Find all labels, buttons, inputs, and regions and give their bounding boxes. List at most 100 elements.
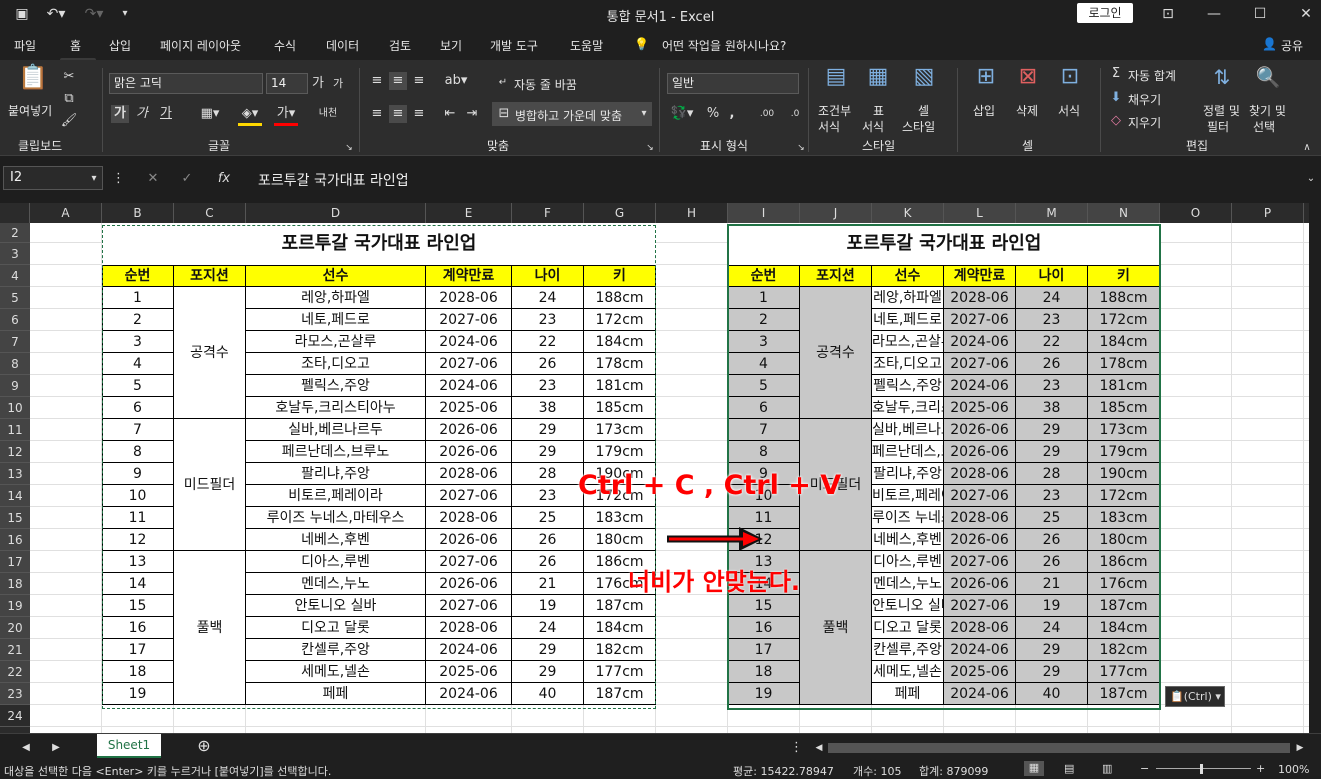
sort-filter-label-1[interactable]: 정렬 및 xyxy=(1203,102,1240,119)
tab-file[interactable]: 파일 xyxy=(14,37,36,54)
column-header-J[interactable]: J xyxy=(800,203,872,223)
scroll-left-icon[interactable]: ◀ xyxy=(813,739,825,757)
insert-function-icon[interactable]: fx xyxy=(214,170,234,188)
row-header-19[interactable]: 19 xyxy=(0,595,30,617)
tab-data[interactable]: 데이터 xyxy=(326,37,359,54)
row-header-21[interactable]: 21 xyxy=(0,639,30,661)
row-header-15[interactable]: 15 xyxy=(0,507,30,529)
insert-cells-button[interactable]: 삽입 xyxy=(973,102,995,119)
font-dialog-icon[interactable]: ↘ xyxy=(344,139,354,157)
tab-view[interactable]: 보기 xyxy=(440,37,462,54)
column-header-F[interactable]: F xyxy=(512,203,584,223)
row-header-13[interactable]: 13 xyxy=(0,463,30,485)
cell-styles-icon[interactable]: ▧ xyxy=(910,66,938,88)
row-header-16[interactable]: 16 xyxy=(0,529,30,551)
row-header-6[interactable]: 6 xyxy=(0,309,30,331)
column-header-P[interactable]: P xyxy=(1232,203,1304,223)
zoom-slider[interactable] xyxy=(1156,768,1251,769)
ribbon-display-icon[interactable]: ⊡ xyxy=(1158,4,1178,24)
zoom-out-icon[interactable]: − xyxy=(1140,762,1149,775)
italic-icon[interactable]: 가 xyxy=(135,105,149,123)
column-header-H[interactable]: H xyxy=(656,203,728,223)
login-button[interactable]: 로그인 xyxy=(1077,3,1133,23)
minimize-icon[interactable]: — xyxy=(1204,4,1224,24)
wrap-text-icon[interactable]: ↵ xyxy=(495,74,511,92)
close-icon[interactable]: ✕ xyxy=(1296,4,1316,24)
tab-page-layout[interactable]: 페이지 레이아웃 xyxy=(160,37,241,54)
font-name-select[interactable]: 맑은 고딕 xyxy=(109,73,263,94)
tab-home[interactable]: 홈 xyxy=(70,37,81,54)
number-format-select[interactable]: 일반 xyxy=(667,73,799,94)
underline-icon[interactable]: 가 xyxy=(157,105,175,123)
maximize-icon[interactable]: ☐ xyxy=(1250,4,1270,24)
row-header-11[interactable]: 11 xyxy=(0,419,30,441)
align-middle-icon[interactable]: ≡ xyxy=(389,72,407,90)
find-select-label-2[interactable]: 선택 xyxy=(1253,118,1275,135)
column-header-A[interactable]: A xyxy=(30,203,102,223)
share-button[interactable]: 공유 xyxy=(1281,37,1303,54)
align-dialog-icon[interactable]: ↘ xyxy=(645,139,655,157)
formula-input[interactable]: 포르투갈 국가대표 라인업 xyxy=(258,170,409,190)
format-cells-icon[interactable]: ⊡ xyxy=(1056,66,1084,88)
decrease-indent-icon[interactable]: ⇤ xyxy=(441,105,459,123)
format-table-icon[interactable]: ▦ xyxy=(864,66,892,88)
sheet-tab[interactable]: Sheet1 xyxy=(97,734,161,758)
fill-color-icon[interactable]: ◈▾ xyxy=(238,105,262,126)
format-painter-icon[interactable]: 🖌 xyxy=(60,112,78,130)
column-header-O[interactable]: O xyxy=(1160,203,1232,223)
cut-icon[interactable]: ✂ xyxy=(60,68,78,86)
row-header-3[interactable]: 3 xyxy=(0,243,30,265)
bold-icon[interactable]: 가 xyxy=(111,105,129,123)
phonetic-icon[interactable]: 내천 xyxy=(316,105,340,123)
wrap-text-button[interactable]: 자동 줄 바꿈 xyxy=(514,76,577,93)
column-header-L[interactable]: L xyxy=(944,203,1016,223)
format-table-label-2[interactable]: 서식 xyxy=(862,118,884,135)
row-header-20[interactable]: 20 xyxy=(0,617,30,639)
align-left-icon[interactable]: ≡ xyxy=(368,105,386,123)
page-break-icon[interactable]: ▥ xyxy=(1102,762,1112,775)
row-header-5[interactable]: 5 xyxy=(0,287,30,309)
tab-formulas[interactable]: 수식 xyxy=(274,37,296,54)
column-header-B[interactable]: B xyxy=(102,203,174,223)
row-header-24[interactable]: 24 xyxy=(0,705,30,727)
column-header-G[interactable]: G xyxy=(584,203,656,223)
tab-insert[interactable]: 삽입 xyxy=(109,37,131,54)
merge-center-button[interactable]: 병합하고 가운데 맞춤 xyxy=(515,107,622,124)
format-cells-button[interactable]: 서식 xyxy=(1058,102,1080,119)
paste-options-button[interactable]: 📋(Ctrl) ▾ xyxy=(1165,686,1225,707)
font-color-icon[interactable]: 가▾ xyxy=(274,105,298,126)
border-icon[interactable]: ▦▾ xyxy=(198,105,222,123)
select-all-corner[interactable] xyxy=(0,203,30,223)
sort-filter-label-2[interactable]: 필터 xyxy=(1207,118,1229,135)
delete-cells-button[interactable]: 삭제 xyxy=(1016,102,1038,119)
column-header-C[interactable]: C xyxy=(174,203,246,223)
clipboard-icon[interactable]: 📋 xyxy=(18,65,48,89)
percent-icon[interactable]: % xyxy=(705,105,721,123)
orientation-icon[interactable]: ab▾ xyxy=(444,72,468,90)
merge-icon[interactable]: ⊟ xyxy=(496,105,512,123)
column-header-M[interactable]: M xyxy=(1016,203,1088,223)
format-table-label-1[interactable]: 표 xyxy=(873,102,884,119)
row-header-17[interactable]: 17 xyxy=(0,551,30,573)
row-header-7[interactable]: 7 xyxy=(0,331,30,353)
merge-dropdown-icon[interactable]: ▾ xyxy=(638,105,650,123)
row-header-8[interactable]: 8 xyxy=(0,353,30,375)
horizontal-scrollbar[interactable] xyxy=(828,743,1290,753)
font-size-select[interactable]: 14 xyxy=(266,73,308,94)
row-header-9[interactable]: 9 xyxy=(0,375,30,397)
column-header-K[interactable]: K xyxy=(872,203,944,223)
conditional-format-label-1[interactable]: 조건부 xyxy=(818,102,851,119)
paste-button[interactable]: 붙여넣기 xyxy=(8,102,52,119)
next-sheet-icon[interactable]: ▶ xyxy=(50,739,62,757)
tab-help[interactable]: 도움말 xyxy=(570,37,603,54)
column-header-N[interactable]: N xyxy=(1088,203,1160,223)
add-sheet-icon[interactable]: ⊕ xyxy=(194,737,214,755)
row-header-14[interactable]: 14 xyxy=(0,485,30,507)
name-box-dropdown-icon[interactable]: ▾ xyxy=(88,170,100,188)
worksheet-grid[interactable]: ABCDEFGHIJKLMNOP 2 3 4 5 6 7 8 9 10 11 12 13 14 15 16 1… xyxy=(0,203,1309,733)
enter-icon[interactable]: ✓ xyxy=(178,170,196,188)
collapse-ribbon-icon[interactable]: ∧ xyxy=(1300,139,1314,157)
copy-icon[interactable]: ⧉ xyxy=(60,90,78,108)
prev-sheet-icon[interactable]: ◀ xyxy=(20,739,32,757)
tell-me-search[interactable]: 어떤 작업을 원하시나요? xyxy=(662,37,786,54)
